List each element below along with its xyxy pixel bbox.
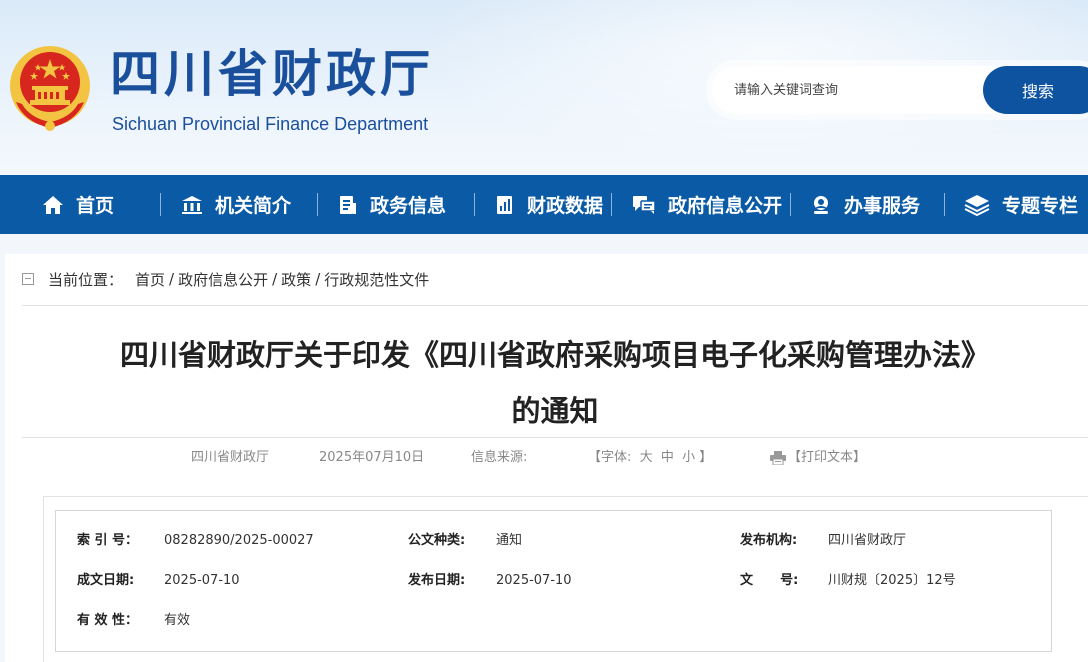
nav-item-info-disclosure[interactable]: 政府信息公开 — [632, 175, 782, 234]
meta-date: 2025年07月10日 — [319, 450, 425, 465]
info-label-issuer: 发布机构: — [740, 533, 798, 548]
info-label-doc-type: 公文种类: — [408, 533, 466, 548]
search-input[interactable] — [712, 66, 1012, 114]
bank-icon — [182, 195, 202, 214]
site-title[interactable]: 四川省财政厅 — [110, 44, 434, 104]
breadcrumb-separator: / — [315, 270, 321, 288]
data-icon — [497, 195, 512, 214]
nav-item-label: 首页 — [76, 195, 115, 217]
info-label-created-date: 成文日期: — [77, 573, 135, 588]
nav-item-label: 政府信息公开 — [668, 195, 783, 217]
printer-icon — [770, 451, 786, 465]
nav-item-government-affairs[interactable]: 政务信息 — [338, 175, 446, 234]
font-size-selector[interactable]: 【字体: 大 中 小 】 — [588, 448, 712, 468]
nav-separator — [611, 193, 612, 216]
nav-item-services[interactable]: 办事服务 — [810, 175, 920, 234]
print-label: 【打印文本】 — [788, 450, 867, 465]
divider — [22, 305, 1088, 306]
breadcrumb-link-info-disclosure[interactable]: 政府信息公开 — [178, 269, 268, 290]
national-emblem-icon[interactable] — [4, 42, 96, 134]
nav-separator — [160, 193, 161, 216]
breadcrumb-link-policy[interactable]: 政策 — [281, 269, 311, 290]
user-icon — [814, 195, 828, 214]
nav-separator — [790, 193, 791, 216]
info-value-created-date: 2025-07-10 — [164, 573, 240, 588]
article-title: 四川省财政厅关于印发《四川省政府采购项目电子化采购管理办法》 的通知 — [22, 326, 1088, 434]
breadcrumb-link-home[interactable]: 首页 — [135, 269, 165, 290]
meta-publisher: 四川省财政厅 — [191, 450, 270, 465]
chat-icon — [633, 195, 656, 214]
breadcrumb-separator: / — [272, 270, 278, 288]
nav-item-label: 财政数据 — [527, 195, 604, 217]
article-title-line: 的通知 — [511, 394, 599, 428]
nav-item-home[interactable]: 首页 — [42, 175, 114, 234]
info-value-published-date: 2025-07-10 — [496, 573, 572, 588]
info-value-index-no: 08282890/2025-00027 — [164, 533, 314, 548]
breadcrumb-separator: / — [169, 270, 175, 288]
nav-separator — [944, 193, 945, 216]
nav-item-label: 政务信息 — [370, 195, 447, 217]
nav-item-label: 办事服务 — [844, 195, 921, 217]
nav-item-label: 机关简介 — [215, 195, 292, 217]
nav-separator — [317, 193, 318, 216]
info-value-issuer: 四川省财政厅 — [828, 533, 907, 548]
breadcrumb-link-normative-docs[interactable]: 行政规范性文件 — [324, 269, 429, 290]
nav-item-about[interactable]: 机关简介 — [181, 175, 291, 234]
location-icon — [22, 273, 34, 285]
breadcrumb: 当前位置： 首页 / 政府信息公开 / 政策 / 行政规范性文件 — [22, 268, 429, 290]
home-icon — [43, 195, 63, 214]
info-label-published-date: 发布日期: — [408, 573, 466, 588]
info-value-doc-type: 通知 — [496, 533, 523, 548]
search-button[interactable]: 搜索 — [983, 66, 1088, 114]
nav-item-finance-data[interactable]: 财政数据 — [495, 175, 603, 234]
nav-item-special-topics[interactable]: 专题专栏 — [964, 175, 1078, 234]
divider — [22, 437, 1088, 438]
info-label-index-no: 索 引 号： — [77, 533, 139, 548]
meta-source-label: 信息来源: — [471, 450, 528, 465]
breadcrumb-prefix: 当前位置： — [48, 270, 124, 289]
site-subtitle: Sichuan Provincial Finance Department — [112, 114, 429, 134]
print-button[interactable]: 【打印文本】 — [770, 448, 866, 468]
nav-separator — [474, 193, 475, 216]
layers-icon — [964, 194, 990, 216]
document-icon — [340, 195, 356, 214]
info-value-validity: 有效 — [164, 613, 191, 628]
nav-item-label: 专题专栏 — [1002, 195, 1079, 217]
info-label-doc-no: 文 号: — [740, 573, 799, 588]
info-label-validity: 有 效 性： — [77, 613, 139, 628]
info-value-doc-no: 川财规〔2025〕12号 — [828, 573, 956, 588]
article-title-line: 四川省财政厅关于印发《四川省政府采购项目电子化采购管理办法》 — [119, 338, 990, 372]
